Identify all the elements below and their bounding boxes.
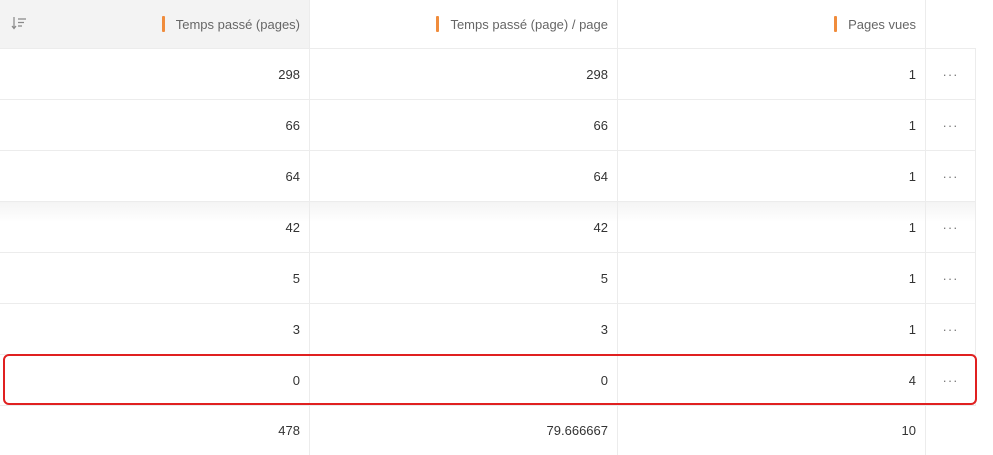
more-options-icon[interactable]: ··· [943,322,959,337]
cell-time-per-page: 0 [310,355,618,405]
cell-time-per-page: 64 [310,151,618,201]
table-row[interactable]: 66 66 1 ··· [0,100,976,151]
more-options-icon[interactable]: ··· [943,271,959,286]
column-header-temps-passe-pages[interactable]: Temps passé (pages) [0,0,310,48]
more-options-icon[interactable]: ··· [943,169,959,184]
table-row[interactable]: 5 5 1 ··· [0,253,976,304]
cell-time-per-page: 3 [310,304,618,354]
cell-time-pages: 5 [0,253,310,303]
cell-value: 42 [593,219,608,235]
column-header-label: Temps passé (page) / page [436,16,608,32]
cell-page-views: 1 [618,202,926,252]
cell-value: 298 [278,66,300,82]
more-options-icon[interactable]: ··· [943,220,959,235]
cell-time-pages: 66 [0,100,310,150]
row-actions: ··· [926,304,976,354]
cell-value: 5 [292,270,300,286]
cell-page-views: 1 [618,49,926,99]
cell-value: 1 [908,168,916,184]
column-title: Temps passé (page) / page [450,16,608,32]
cell-value: 5 [600,270,608,286]
row-actions: ··· [926,253,976,303]
table-header: Temps passé (pages) Temps passé (page) /… [0,0,976,49]
column-accent-bar [161,16,165,32]
cell-value: 1 [908,270,916,286]
cell-page-views: 1 [618,151,926,201]
column-header-temps-passe-par-page[interactable]: Temps passé (page) / page [310,0,618,48]
more-options-icon[interactable]: ··· [943,118,959,133]
cell-value: 66 [593,117,608,133]
total-time-per-page: 79.666667 [310,406,618,455]
table-row[interactable]: 0 0 4 ··· [0,355,976,406]
more-options-icon[interactable]: ··· [943,67,959,82]
cell-page-views: 1 [618,100,926,150]
column-title: Pages vues [848,16,916,32]
cell-value: 0 [600,372,608,388]
cell-value: 1 [908,219,916,235]
cell-time-pages: 298 [0,49,310,99]
cell-time-pages: 64 [0,151,310,201]
table-row[interactable]: 3 3 1 ··· [0,304,976,355]
cell-value: 3 [292,321,300,337]
cell-page-views: 4 [618,355,926,405]
cell-value: 10 [901,423,916,438]
cell-value: 1 [908,117,916,133]
cell-value: 1 [908,66,916,82]
column-accent-bar [436,16,440,32]
cell-value: 3 [600,321,608,337]
table-row[interactable]: 298 298 1 ··· [0,49,976,100]
cell-value: 66 [285,117,300,133]
cell-time-per-page: 5 [310,253,618,303]
cell-value: 64 [593,168,608,184]
column-accent-bar [834,16,838,32]
sort-descending-icon[interactable] [11,16,27,30]
cell-value: 79.666667 [546,423,608,438]
cell-value: 64 [285,168,300,184]
column-header-pages-vues[interactable]: Pages vues [618,0,926,48]
cell-value: 0 [292,372,300,388]
column-header-label: Pages vues [834,16,916,32]
row-actions: ··· [926,151,976,201]
row-actions: ··· [926,100,976,150]
table-row[interactable]: 64 64 1 ··· [0,151,976,202]
cell-value: 4 [908,372,916,388]
row-actions: ··· [926,202,976,252]
cell-value: 298 [586,66,608,82]
total-page-views: 10 [618,406,926,455]
cell-value: 478 [278,423,300,438]
cell-time-per-page: 66 [310,100,618,150]
cell-time-per-page: 298 [310,49,618,99]
cell-time-pages: 3 [0,304,310,354]
total-time-pages: 478 [0,406,310,455]
table-row[interactable]: 42 42 1 ··· [0,202,976,253]
column-header-actions [926,0,976,48]
row-actions: ··· [926,49,976,99]
cell-page-views: 1 [618,304,926,354]
cell-time-per-page: 42 [310,202,618,252]
column-title: Temps passé (pages) [175,16,300,32]
cell-value: 42 [285,219,300,235]
cell-value: 1 [908,321,916,337]
cell-page-views: 1 [618,253,926,303]
column-header-label: Temps passé (pages) [161,16,300,32]
cell-time-pages: 42 [0,202,310,252]
totals-row: 478 79.666667 10 [0,406,976,455]
cell-time-pages: 0 [0,355,310,405]
more-options-icon[interactable]: ··· [943,373,959,388]
row-actions: ··· [926,355,976,405]
total-actions-empty [926,406,976,455]
